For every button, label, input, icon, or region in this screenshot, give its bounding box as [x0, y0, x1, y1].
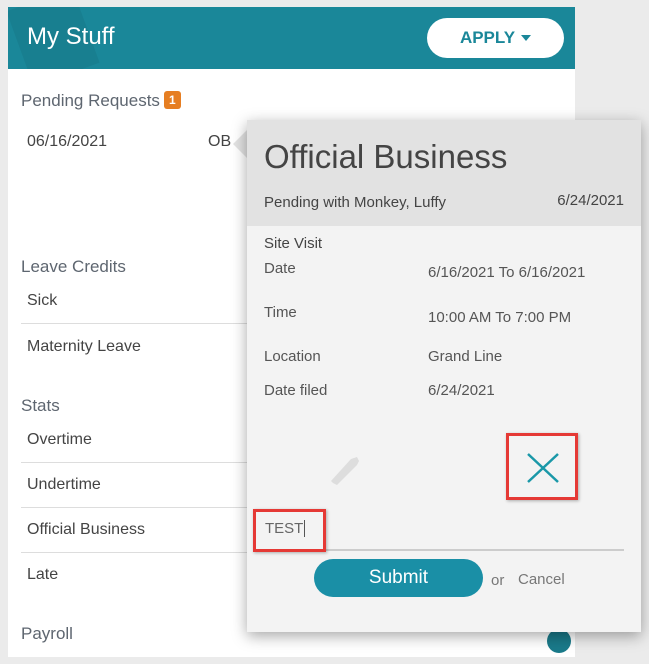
leave-credits-heading: Leave Credits	[21, 257, 126, 276]
date-label: Date	[264, 260, 296, 277]
expand-button[interactable]	[547, 629, 571, 653]
stats-item-late[interactable]: Late	[21, 566, 251, 584]
card-header: My Stuff APPLY	[8, 7, 575, 69]
date-filed-value: 6/24/2021	[428, 382, 495, 399]
or-label: or	[491, 572, 505, 589]
payroll-heading: Payroll	[21, 624, 73, 643]
stats-heading: Stats	[21, 396, 60, 415]
request-detail-popover: Official Business Pending with Monkey, L…	[247, 120, 641, 632]
status-date: 6/24/2021	[557, 192, 624, 209]
approval-status: Pending with Monkey, Luffy	[264, 194, 447, 211]
leave-item-maternity[interactable]: Maternity Leave	[21, 338, 251, 356]
location-label: Location	[264, 348, 321, 365]
date-value: 6/16/2021 To 6/16/2021	[428, 264, 586, 281]
request-date: 06/16/2021	[27, 133, 108, 150]
submit-button[interactable]: Submit	[314, 559, 483, 597]
caret-down-icon	[521, 35, 532, 41]
pending-requests-heading: Pending Requests 1	[21, 91, 181, 111]
cancel-link[interactable]: Cancel	[518, 571, 565, 588]
stats-item-overtime[interactable]: Overtime	[21, 418, 251, 463]
popover-title: Official Business	[264, 138, 508, 175]
highlight-box	[253, 509, 326, 552]
card-title: My Stuff	[27, 23, 115, 50]
apply-button[interactable]: APPLY	[427, 18, 564, 58]
time-label: Time	[264, 304, 297, 321]
stats-item-undertime[interactable]: Undertime	[21, 463, 251, 508]
popover-arrow	[233, 130, 247, 158]
date-filed-label: Date filed	[264, 382, 328, 399]
apply-label: APPLY	[459, 28, 516, 47]
leave-item-sick[interactable]: Sick	[21, 279, 251, 324]
stats-item-official-business[interactable]: Official Business	[21, 508, 251, 553]
pending-requests-label: Pending Requests	[21, 91, 160, 110]
popover-header: Official Business Pending with Monkey, L…	[247, 120, 641, 226]
pending-request-row[interactable]: 06/16/2021 OB	[21, 133, 251, 151]
pencil-icon[interactable]	[327, 451, 363, 487]
request-subtitle: Site Visit	[264, 235, 323, 252]
request-type: OB	[208, 133, 232, 150]
pending-count-badge: 1	[163, 91, 181, 109]
close-icon[interactable]	[526, 452, 560, 484]
location-value: Grand Line	[428, 348, 503, 365]
time-value: 10:00 AM To 7:00 PM	[428, 309, 572, 326]
